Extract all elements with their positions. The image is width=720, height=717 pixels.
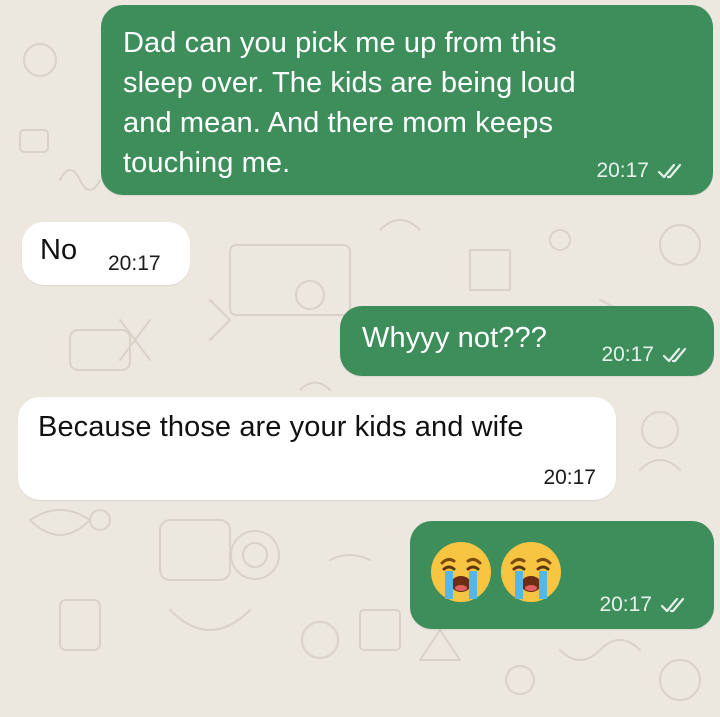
double-check-icon <box>662 347 687 363</box>
message-time: 20:17 <box>108 252 161 275</box>
loudly-crying-face-icon <box>501 542 561 602</box>
message-meta: 20:17 <box>543 466 596 490</box>
message-meta: 20:17 <box>108 252 161 276</box>
message-meta: 20:17 <box>599 593 690 617</box>
loudly-crying-face-icon <box>431 542 491 602</box>
message-meta: 20:17 <box>596 159 687 183</box>
message-time: 20:17 <box>599 593 652 616</box>
emoji-row <box>428 539 578 609</box>
double-check-icon <box>657 163 682 179</box>
message-meta: 20:17 <box>601 343 692 367</box>
message-time: 20:17 <box>596 159 649 182</box>
message-bubble-outgoing[interactable]: Whyyy not??? 20:17 <box>340 306 714 376</box>
message-text: Because those are your kids and wife <box>38 411 524 443</box>
message-bubble-incoming[interactable]: Because those are your kids and wife 20:… <box>18 397 616 500</box>
message-time: 20:17 <box>543 466 596 489</box>
message-bubble-outgoing[interactable]: 20:17 <box>410 521 714 629</box>
message-text: Whyyy not??? <box>362 322 547 354</box>
message-bubble-incoming[interactable]: No 20:17 <box>22 222 190 285</box>
double-check-icon <box>660 597 685 613</box>
message-bubble-outgoing[interactable]: Dad can you pick me up from this sleep o… <box>101 5 713 195</box>
message-time: 20:17 <box>601 343 654 366</box>
chat-background: Dad can you pick me up from this sleep o… <box>0 0 720 717</box>
message-text: No <box>40 234 78 266</box>
